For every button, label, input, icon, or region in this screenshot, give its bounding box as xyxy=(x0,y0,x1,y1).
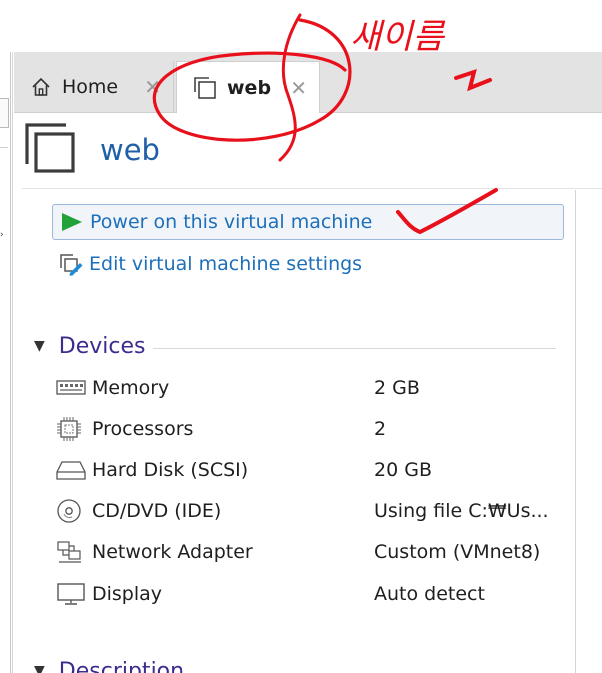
processor-icon xyxy=(56,416,88,442)
vm-title: web xyxy=(100,133,160,167)
device-name: Network Adapter xyxy=(92,541,253,564)
description-section-header[interactable]: ▼ Description xyxy=(34,656,184,673)
tab-bar: Home ✕ web ✕ xyxy=(14,52,602,113)
library-search-box-edge[interactable] xyxy=(0,98,9,128)
tab-home-label: Home xyxy=(62,75,119,98)
tab-web[interactable]: web ✕ xyxy=(176,61,320,113)
edit-settings-link[interactable]: Edit virtual machine settings xyxy=(52,246,564,282)
device-name: Processors xyxy=(92,417,194,440)
header-divider xyxy=(22,188,602,189)
device-name: Hard Disk (SCSI) xyxy=(92,458,249,481)
caret-down-icon[interactable]: ▼ xyxy=(34,338,45,354)
display-icon xyxy=(56,582,88,606)
close-icon[interactable]: ✕ xyxy=(144,75,161,99)
tab-web-label: web xyxy=(227,76,272,99)
description-heading: Description xyxy=(58,658,185,673)
home-icon xyxy=(30,76,52,98)
power-on-label: Power on this virtual machine xyxy=(90,211,373,233)
library-panel-edge: › xyxy=(0,52,11,673)
edit-settings-icon xyxy=(58,252,84,276)
close-icon[interactable]: ✕ xyxy=(290,76,307,100)
vmware-workstation-vm-view: { "tabs": [ {"label": "Home", "icon": "h… xyxy=(0,0,602,673)
vm-header: web xyxy=(22,120,160,180)
panel-divider[interactable] xyxy=(12,52,13,673)
device-row-processors[interactable]: Processors 2 xyxy=(56,408,576,449)
devices-section-header[interactable]: ▼ Devices xyxy=(34,330,556,362)
device-value: Auto detect xyxy=(374,582,485,605)
device-list: Memory 2 GB Processors 2 Hard Disk (SCSI… xyxy=(56,367,576,614)
edit-settings-label: Edit virtual machine settings xyxy=(89,253,363,275)
device-value: Custom (VMnet8) xyxy=(374,541,541,564)
device-value: Using file C:₩Us... xyxy=(374,500,549,523)
device-row-network-adapter[interactable]: Network Adapter Custom (VMnet8) xyxy=(56,532,576,573)
annotation-text: 새이름 xyxy=(350,17,446,57)
device-name: CD/DVD (IDE) xyxy=(92,500,222,523)
device-row-cd-dvd[interactable]: CD/DVD (IDE) Using file C:₩Us... xyxy=(56,491,576,532)
device-name: Display xyxy=(92,582,163,605)
caret-down-icon[interactable]: ▼ xyxy=(34,663,45,673)
play-icon xyxy=(59,211,85,233)
devices-heading: Devices xyxy=(58,333,146,359)
device-row-memory[interactable]: Memory 2 GB xyxy=(56,367,576,408)
device-value: 2 GB xyxy=(374,376,420,399)
hard-disk-icon xyxy=(56,459,88,481)
device-value: 2 xyxy=(374,417,387,440)
vm-icon xyxy=(193,76,217,100)
section-divider xyxy=(153,347,556,349)
device-row-display[interactable]: Display Auto detect xyxy=(56,573,576,614)
device-row-hard-disk[interactable]: Hard Disk (SCSI) 20 GB xyxy=(56,449,576,490)
tab-home[interactable]: Home ✕ xyxy=(16,61,174,112)
library-tree-caret[interactable]: › xyxy=(0,230,4,240)
vm-large-icon xyxy=(22,120,78,180)
power-on-button[interactable]: Power on this virtual machine xyxy=(52,204,564,240)
memory-icon xyxy=(56,378,88,398)
cd-dvd-icon xyxy=(56,498,88,524)
network-adapter-icon xyxy=(56,540,88,564)
device-value: 20 GB xyxy=(374,458,432,481)
library-tree-edge xyxy=(0,147,8,673)
device-name: Memory xyxy=(92,376,170,399)
